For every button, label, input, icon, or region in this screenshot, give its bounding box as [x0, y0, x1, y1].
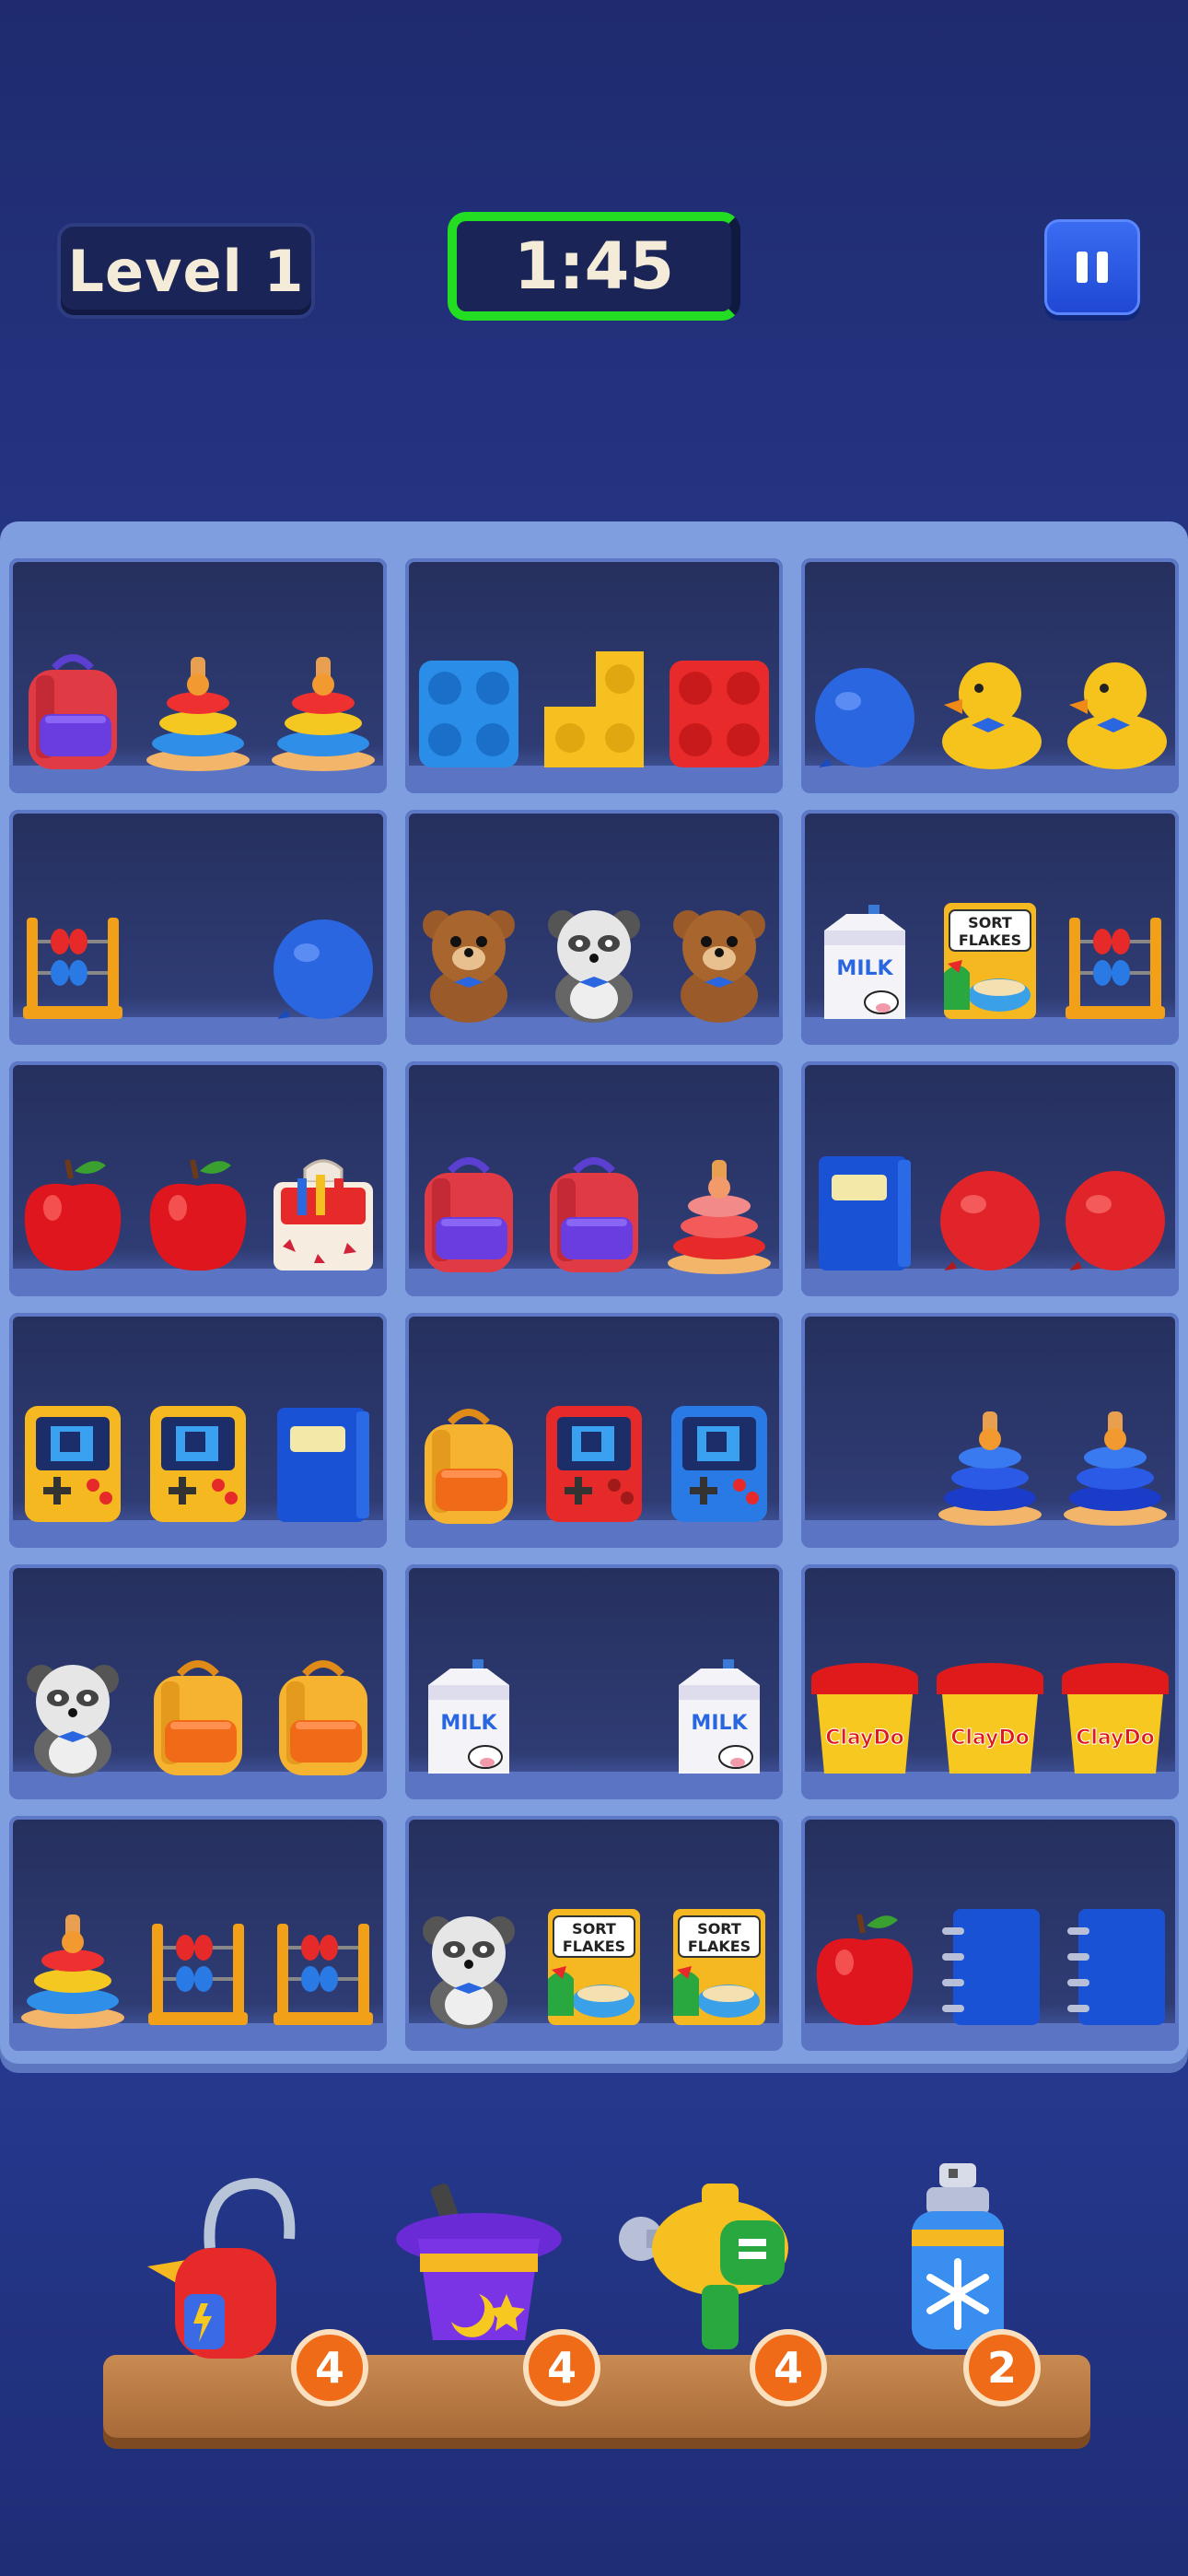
pause-button[interactable]	[1044, 219, 1140, 315]
svg-text:ClayDo: ClayDo	[825, 1727, 904, 1750]
cereal-box-item[interactable]: SORT FLAKES	[932, 894, 1048, 1023]
abacus-item[interactable]	[15, 894, 131, 1023]
block-yellow-item[interactable]	[536, 642, 652, 771]
panda-bear-item[interactable]	[411, 1900, 527, 2029]
svg-text:FLAKES: FLAKES	[688, 1938, 751, 1955]
shelf-5-2: MILK MILK	[405, 1564, 783, 1799]
ring-stack-rainbow-item[interactable]	[265, 642, 381, 771]
shelf-1-1	[9, 558, 387, 793]
pause-icon-bar-right	[1097, 252, 1108, 283]
svg-text:ClayDo: ClayDo	[950, 1727, 1030, 1750]
milk-carton-item[interactable]: MILK	[661, 1648, 777, 1777]
abacus-item[interactable]	[140, 1900, 256, 2029]
ring-stack-blue-item[interactable]	[932, 1397, 1048, 1526]
svg-text:MILK: MILK	[836, 957, 893, 980]
svg-text:FLAKES: FLAKES	[563, 1938, 625, 1955]
balloon-blue-item[interactable]	[807, 642, 923, 771]
apple-item[interactable]	[140, 1145, 256, 1274]
block-blue-item[interactable]	[411, 642, 527, 771]
svg-text:SORT: SORT	[697, 1920, 741, 1938]
shelf-1-3	[801, 558, 1179, 793]
ring-stack-pink-item[interactable]	[661, 1145, 777, 1274]
apple-item[interactable]	[807, 1900, 923, 2029]
panda-bear-item[interactable]	[536, 894, 652, 1023]
shelf-6-3	[801, 1816, 1179, 2051]
svg-text:FLAKES: FLAKES	[959, 931, 1021, 949]
shelf-cabinet: MILK SORT FLAKES MILK MILK ClayDo ClayDo…	[0, 521, 1188, 2064]
timer: 1:45	[448, 212, 740, 321]
blaster-count-badge: 4	[750, 2329, 827, 2406]
backpack-red-item[interactable]	[411, 1145, 527, 1274]
shelf-3-1	[9, 1061, 387, 1296]
game-console-yellow-item[interactable]	[15, 1397, 131, 1526]
shelf-5-3: ClayDo ClayDo ClayDo	[801, 1564, 1179, 1799]
teddy-bear-item[interactable]	[661, 894, 777, 1023]
book-blue-item[interactable]	[807, 1145, 923, 1274]
duck-item[interactable]	[1057, 642, 1173, 771]
svg-text:MILK: MILK	[440, 1712, 497, 1735]
shelf-1-2	[405, 558, 783, 793]
book-blue-item[interactable]	[265, 1397, 381, 1526]
notebook-blue-item[interactable]	[932, 1900, 1048, 2029]
teddy-bear-item[interactable]	[411, 894, 527, 1023]
notebook-blue-item[interactable]	[1057, 1900, 1173, 2029]
backpack-yellow-item[interactable]	[140, 1648, 256, 1777]
game-console-blue-item[interactable]	[661, 1397, 777, 1526]
play-dough-item[interactable]: ClayDo	[932, 1648, 1048, 1777]
backpack-red-item[interactable]	[15, 642, 131, 771]
milk-carton-item[interactable]: MILK	[807, 894, 923, 1023]
shelf-2-2	[405, 810, 783, 1045]
milk-carton-item[interactable]: MILK	[411, 1648, 527, 1777]
cereal-box-item[interactable]: SORT FLAKES	[536, 1900, 652, 2029]
balloon-red-item[interactable]	[932, 1145, 1048, 1274]
balloon-blue-item[interactable]	[265, 894, 381, 1023]
shelf-6-2: SORT FLAKES SORT FLAKES	[405, 1816, 783, 2051]
play-dough-item[interactable]: ClayDo	[1057, 1648, 1173, 1777]
shelf-4-1	[9, 1313, 387, 1548]
balloon-red-item[interactable]	[1057, 1145, 1173, 1274]
backpack-yellow-item[interactable]	[265, 1648, 381, 1777]
freeze-spray-count-badge: 2	[963, 2329, 1041, 2406]
svg-text:MILK: MILK	[691, 1712, 748, 1735]
shelf-5-1	[9, 1564, 387, 1799]
apple-item[interactable]	[15, 1145, 131, 1274]
vacuum-booster-button[interactable]	[138, 2147, 322, 2368]
vacuum-count-badge: 4	[291, 2329, 368, 2406]
svg-text:SORT: SORT	[968, 914, 1012, 931]
shelf-4-2	[405, 1313, 783, 1548]
cereal-box-item[interactable]: SORT FLAKES	[661, 1900, 777, 2029]
shelf-2-1	[9, 810, 387, 1045]
abacus-item[interactable]	[265, 1900, 381, 2029]
block-red-item[interactable]	[661, 642, 777, 771]
panda-bear-item[interactable]	[15, 1648, 131, 1777]
shelf-3-2	[405, 1061, 783, 1296]
timer-text: 1:45	[513, 228, 675, 304]
ring-stack-rainbow-item[interactable]	[140, 642, 256, 771]
abacus-item[interactable]	[1057, 894, 1173, 1023]
duck-item[interactable]	[932, 642, 1048, 771]
level-label: Level 1	[57, 223, 315, 319]
hud-bar: Level 1 1:45	[0, 212, 1188, 332]
magic-hat-count-badge: 4	[523, 2329, 600, 2406]
play-dough-item[interactable]: ClayDo	[807, 1648, 923, 1777]
svg-text:ClayDo: ClayDo	[1076, 1727, 1155, 1750]
vacuum-icon	[138, 2147, 322, 2371]
shelf-6-1	[9, 1816, 387, 2051]
ring-stack-rainbow-item[interactable]	[15, 1900, 131, 2029]
shelf-3-3	[801, 1061, 1179, 1296]
game-console-red-item[interactable]	[536, 1397, 652, 1526]
shelf-4-3	[801, 1313, 1179, 1548]
pause-icon-bar-left	[1077, 252, 1088, 283]
shelf-2-3: MILK SORT FLAKES	[801, 810, 1179, 1045]
ring-stack-blue-item[interactable]	[1057, 1397, 1173, 1526]
backpack-yellow-item[interactable]	[411, 1397, 527, 1526]
game-console-yellow-item[interactable]	[140, 1397, 256, 1526]
crayon-box-item[interactable]	[265, 1145, 381, 1274]
backpack-red-item[interactable]	[536, 1145, 652, 1274]
svg-text:SORT: SORT	[572, 1920, 616, 1938]
